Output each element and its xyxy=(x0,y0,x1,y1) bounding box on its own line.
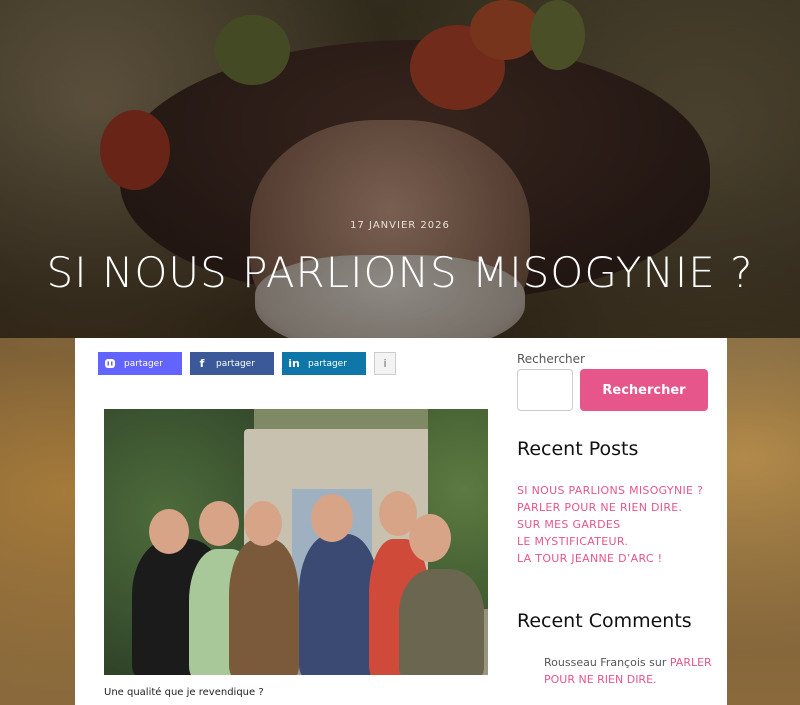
recent-post-link[interactable]: PARLER POUR NE RIEN DIRE. xyxy=(517,499,713,516)
recent-comment: Rousseau François sur PARLER POUR NE RIE… xyxy=(544,654,714,688)
share-bar: partager f partager in partager i xyxy=(98,352,396,376)
photo-person-head xyxy=(199,501,239,546)
recent-post-link[interactable]: SUR MES GARDES xyxy=(517,516,713,533)
share-mastodon-button[interactable]: partager xyxy=(98,352,182,375)
recent-post-link[interactable]: LE MYSTIFICATEUR. xyxy=(517,533,713,550)
info-icon: i xyxy=(383,357,387,370)
recent-comments-heading: Recent Comments xyxy=(517,610,692,632)
mastodon-icon xyxy=(104,358,116,370)
hero-banner: 17 JANVIER 2026 SI NOUS PARLIONS MISOGYN… xyxy=(0,0,800,338)
search-label: Rechercher xyxy=(517,352,585,366)
share-facebook-button[interactable]: f partager xyxy=(190,352,274,375)
photo-person xyxy=(399,569,484,675)
photo-person-head xyxy=(409,514,451,562)
recent-post-link[interactable]: SI NOUS PARLIONS MISOGYNIE ? xyxy=(517,482,713,499)
content-panel: partager f partager in partager i Une qu… xyxy=(75,338,727,705)
recent-post-link[interactable]: LA TOUR JEANNE D’ARC ! xyxy=(517,550,713,567)
comment-sur: sur xyxy=(649,656,667,669)
photo-person xyxy=(299,534,379,675)
photo-person-head xyxy=(244,501,282,546)
info-button[interactable]: i xyxy=(374,352,396,375)
share-label: partager xyxy=(124,358,163,369)
share-label: partager xyxy=(308,358,347,369)
recent-posts-heading: Recent Posts xyxy=(517,438,639,460)
article-photo xyxy=(104,409,488,675)
recent-posts-list: SI NOUS PARLIONS MISOGYNIE ? PARLER POUR… xyxy=(517,482,713,567)
search-button[interactable]: Rechercher xyxy=(580,369,708,411)
photo-person xyxy=(229,539,299,675)
facebook-icon: f xyxy=(199,357,205,370)
post-date: 17 JANVIER 2026 xyxy=(350,220,450,231)
photo-person-head xyxy=(149,509,189,554)
photo-caption: Une qualité que je revendique ? xyxy=(104,687,264,698)
share-label: partager xyxy=(216,358,255,369)
search-input[interactable] xyxy=(517,369,573,411)
photo-person-head xyxy=(311,494,353,542)
comment-author[interactable]: Rousseau François xyxy=(544,656,646,669)
share-linkedin-button[interactable]: in partager xyxy=(282,352,366,375)
page-title: SI NOUS PARLIONS MISOGYNIE ? xyxy=(46,248,754,297)
linkedin-icon: in xyxy=(288,357,300,370)
